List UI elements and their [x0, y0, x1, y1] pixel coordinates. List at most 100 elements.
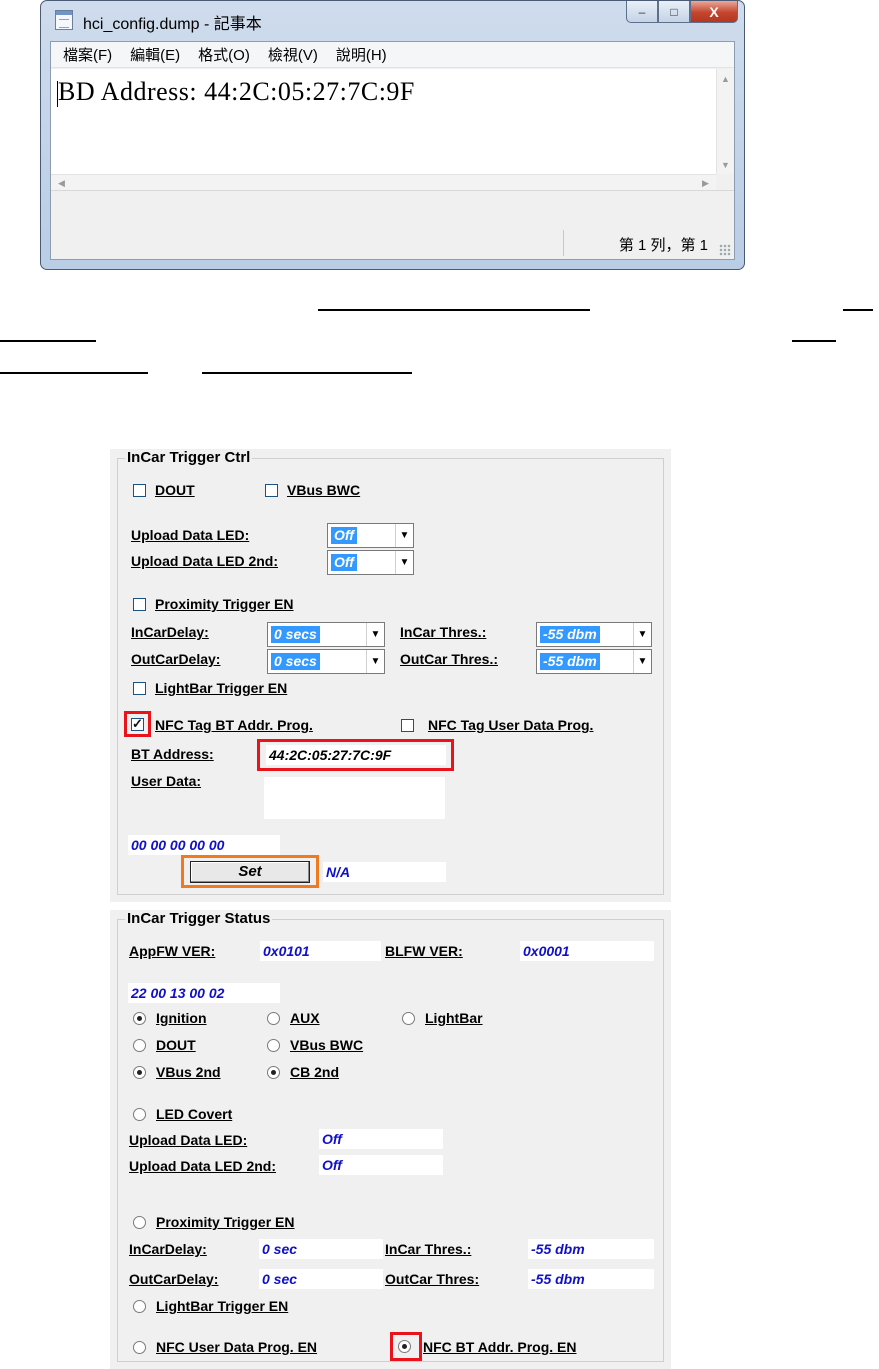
groupbox-legend: InCar Trigger Ctrl — [125, 449, 253, 466]
outcar-delay-value: 0 sec — [259, 1269, 383, 1289]
vbus-bwc-radio-label: VBus BWC — [290, 1037, 364, 1053]
minimize-icon: – — [638, 4, 646, 19]
led-covert-label: LED Covert — [156, 1106, 233, 1122]
upload-led2-select[interactable]: Off ▼ — [327, 550, 414, 575]
ignition-radio[interactable] — [133, 1012, 146, 1025]
text-editor[interactable]: BD Address: 44:2C:05:27:7C:9F ▲ ▼ ◀ ▶ — [51, 69, 734, 191]
upload-led2-value: Off — [331, 554, 357, 571]
upload-led-select[interactable]: Off ▼ — [327, 523, 414, 548]
menu-help[interactable]: 說明(H) — [336, 44, 387, 65]
scroll-down-icon[interactable]: ▼ — [717, 157, 734, 173]
chevron-down-icon[interactable]: ▼ — [366, 623, 384, 646]
nfc-bt-radio[interactable] — [398, 1340, 411, 1353]
outcar-delay-label: OutCarDelay: — [131, 651, 221, 667]
menu-bar: 檔案(F) 編輯(E) 格式(O) 檢視(V) 說明(H) — [51, 42, 734, 68]
notepad-window: hci_config.dump - 記事本 – □ X 檔案(F) 編輯(E) … — [40, 0, 745, 270]
scroll-right-icon[interactable]: ▶ — [697, 175, 714, 191]
aux-radio[interactable] — [267, 1012, 280, 1025]
nfc-bt-checkbox[interactable] — [131, 716, 144, 732]
horizontal-scrollbar[interactable]: ◀ ▶ — [51, 174, 716, 190]
nfc-user-checkbox[interactable] — [401, 719, 414, 732]
menu-view[interactable]: 檢視(V) — [268, 44, 318, 65]
led-covert-radio[interactable] — [133, 1108, 146, 1121]
chevron-down-icon[interactable]: ▼ — [395, 551, 413, 574]
nfc-user-label: NFC Tag User Data Prog. — [428, 717, 594, 733]
editor-text: BD Address: 44:2C:05:27:7C:9F — [58, 77, 415, 106]
title-bar[interactable]: hci_config.dump - 記事本 – □ X — [41, 1, 744, 41]
groupbox-legend: InCar Trigger Status — [125, 910, 273, 927]
chevron-down-icon[interactable]: ▼ — [633, 623, 651, 646]
nfc-user-radio-label: NFC User Data Prog. EN — [156, 1339, 318, 1355]
incar-thres-value: -55 dbm — [540, 626, 600, 643]
ignition-label: Ignition — [156, 1010, 207, 1026]
vbus2-label: VBus 2nd — [156, 1064, 221, 1080]
scroll-up-icon[interactable]: ▲ — [717, 71, 734, 87]
upload-led2-value: Off — [319, 1155, 443, 1175]
underline-rule — [202, 372, 412, 374]
outcar-delay-select[interactable]: 0 secs ▼ — [267, 649, 385, 674]
dout-radio[interactable] — [133, 1039, 146, 1052]
lightbar-radio[interactable] — [402, 1012, 415, 1025]
underline-rule — [843, 309, 873, 311]
incar-thres-label: InCar Thres.: — [385, 1241, 472, 1257]
menu-edit[interactable]: 編輯(E) — [130, 44, 180, 65]
chevron-down-icon[interactable]: ▼ — [633, 650, 651, 673]
cb2-radio[interactable] — [267, 1066, 280, 1079]
lightbar-trigger-radio[interactable] — [133, 1300, 146, 1313]
vertical-scrollbar[interactable]: ▲ ▼ — [716, 69, 734, 175]
status-divider — [563, 230, 564, 256]
blfw-label: BLFW VER: — [385, 943, 463, 959]
outcar-delay-value: 0 secs — [271, 653, 320, 670]
proximity-radio-label: Proximity Trigger EN — [156, 1214, 295, 1230]
underline-rule — [0, 340, 96, 342]
notepad-client: 檔案(F) 編輯(E) 格式(O) 檢視(V) 說明(H) BD Address… — [50, 41, 735, 260]
upload-led-value: Off — [319, 1129, 443, 1149]
outcar-thres-label: OutCar Thres.: — [400, 651, 499, 667]
scroll-corner — [716, 174, 734, 190]
chevron-down-icon[interactable]: ▼ — [366, 650, 384, 673]
incar-thres-value: -55 dbm — [528, 1239, 654, 1259]
incar-delay-label: InCarDelay: — [131, 624, 209, 640]
proximity-checkbox[interactable] — [133, 598, 146, 611]
minimize-button[interactable]: – — [626, 1, 658, 23]
notepad-icon — [55, 10, 73, 30]
upload-led2-label: Upload Data LED 2nd: — [129, 1158, 277, 1174]
lightbar-radio-label: LightBar — [425, 1010, 483, 1026]
nfc-bt-label: NFC Tag BT Addr. Prog. — [155, 717, 313, 733]
vbus-bwc-radio[interactable] — [267, 1039, 280, 1052]
maximize-button[interactable]: □ — [658, 1, 690, 23]
chevron-down-icon[interactable]: ▼ — [395, 524, 413, 547]
bt-address-field[interactable]: 44:2C:05:27:7C:9F — [266, 745, 446, 765]
close-button[interactable]: X — [690, 1, 738, 23]
outcar-thres-select[interactable]: -55 dbm ▼ — [536, 649, 652, 674]
nfc-user-radio[interactable] — [133, 1341, 146, 1354]
status-bar: 第 1 列，第 1 — [51, 227, 734, 259]
user-data-label: User Data: — [131, 773, 202, 789]
scroll-left-icon[interactable]: ◀ — [53, 175, 70, 191]
lightbar-checkbox[interactable] — [133, 682, 146, 695]
upload-led2-label: Upload Data LED 2nd: — [131, 553, 279, 569]
underline-rule — [792, 340, 836, 342]
lightbar-label: LightBar Trigger EN — [155, 680, 288, 696]
vbus-bwc-label: VBus BWC — [287, 482, 361, 498]
nfc-bt-radio-label: NFC BT Addr. Prog. EN — [423, 1339, 577, 1355]
proximity-radio[interactable] — [133, 1216, 146, 1229]
underline-rule — [318, 309, 590, 311]
incar-trigger-ctrl-panel: InCar Trigger Ctrl DOUT VBus BWC Upload … — [110, 449, 671, 902]
incar-delay-select[interactable]: 0 secs ▼ — [267, 622, 385, 647]
resize-grip-icon[interactable] — [719, 244, 731, 256]
menu-format[interactable]: 格式(O) — [198, 44, 250, 65]
vbus-bwc-checkbox[interactable] — [265, 484, 278, 497]
dout-checkbox[interactable] — [133, 484, 146, 497]
cb2-label: CB 2nd — [290, 1064, 339, 1080]
incar-trigger-status-panel: InCar Trigger Status AppFW VER: 0x0101 B… — [110, 910, 671, 1369]
vbus2-radio[interactable] — [133, 1066, 146, 1079]
incar-delay-value: 0 sec — [259, 1239, 383, 1259]
incar-thres-select[interactable]: -55 dbm ▼ — [536, 622, 652, 647]
user-data-field[interactable] — [264, 777, 445, 819]
set-button[interactable]: Set — [190, 861, 310, 883]
outcar-thres-value: -55 dbm — [528, 1269, 654, 1289]
ctrl-hex-value: 00 00 00 00 00 — [128, 835, 280, 855]
upload-led-label: Upload Data LED: — [129, 1132, 248, 1148]
menu-file[interactable]: 檔案(F) — [63, 44, 112, 65]
